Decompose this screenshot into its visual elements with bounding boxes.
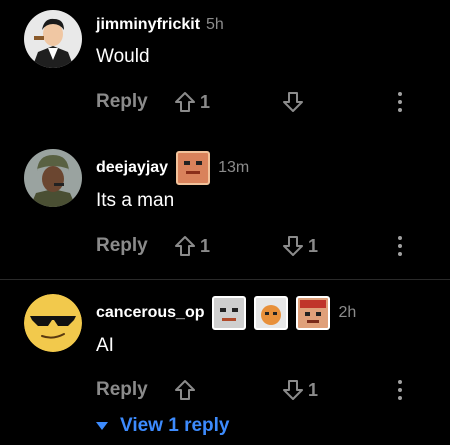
view-replies-button[interactable]: View 1 reply bbox=[96, 415, 230, 437]
reply-button[interactable]: Reply bbox=[96, 376, 148, 404]
caret-down-icon bbox=[96, 422, 108, 430]
upvote-count: 1 bbox=[200, 91, 211, 112]
avatar[interactable] bbox=[24, 149, 82, 207]
upvote-button[interactable]: 1 bbox=[174, 232, 210, 260]
view-replies-label: View 1 reply bbox=[120, 415, 230, 436]
comment-actions: Reply 1 1 bbox=[96, 232, 416, 260]
comment-1: jimminyfrickit 5h Would Reply 1 bbox=[0, 0, 450, 135]
avatar[interactable] bbox=[24, 10, 82, 68]
comment-actions: Reply 1 bbox=[96, 88, 416, 116]
reply-button[interactable]: Reply bbox=[96, 88, 148, 116]
upvote-count: 1 bbox=[200, 235, 211, 256]
downvote-arrow-icon bbox=[283, 92, 303, 112]
upvote-button[interactable]: 1 bbox=[174, 88, 210, 116]
more-options-icon[interactable] bbox=[394, 236, 406, 256]
downvote-arrow-icon bbox=[283, 380, 303, 400]
timestamp: 5h bbox=[206, 16, 224, 33]
more-options-icon[interactable] bbox=[394, 380, 406, 400]
upvote-arrow-icon bbox=[175, 92, 195, 112]
comment-meta: jimminyfrickit 5h bbox=[96, 16, 224, 34]
red-face-flair-icon bbox=[296, 296, 331, 330]
avatar[interactable] bbox=[24, 294, 82, 352]
comment-body: AI bbox=[96, 335, 114, 356]
timestamp: 2h bbox=[338, 304, 357, 321]
comment-meta: cancerous_op 2h bbox=[96, 296, 356, 330]
downvote-button[interactable] bbox=[282, 88, 308, 116]
username[interactable]: jimminyfrickit bbox=[96, 16, 200, 34]
upvote-arrow-icon bbox=[175, 236, 195, 256]
comment-body: Its a man bbox=[96, 190, 175, 211]
reply-button[interactable]: Reply bbox=[96, 232, 148, 260]
username[interactable]: deejayjay bbox=[96, 159, 168, 177]
comment-meta: deejayjay 13m bbox=[96, 151, 249, 185]
comment-body: Would bbox=[96, 46, 150, 67]
avatar-man-suit-icon bbox=[24, 10, 82, 68]
downvote-button[interactable]: 1 bbox=[282, 376, 318, 404]
downvote-button[interactable]: 1 bbox=[282, 232, 318, 260]
upvote-arrow-icon bbox=[175, 380, 195, 400]
username[interactable]: cancerous_op bbox=[96, 304, 204, 322]
sunglasses-emoji-icon bbox=[24, 294, 82, 352]
downvote-count: 1 bbox=[308, 235, 319, 256]
gray-face-flair-icon bbox=[212, 296, 247, 330]
comment-2: deejayjay 13m Its a man Reply 1 1 bbox=[0, 135, 450, 280]
comment-actions: Reply 1 bbox=[96, 376, 416, 404]
downvote-arrow-icon bbox=[283, 236, 303, 256]
avatar-soldier-icon bbox=[24, 149, 82, 207]
more-options-icon[interactable] bbox=[394, 92, 406, 112]
orange-face-flair-icon bbox=[176, 151, 211, 185]
orange-cat-flair-icon bbox=[254, 296, 289, 330]
timestamp: 13m bbox=[218, 159, 250, 176]
upvote-button[interactable] bbox=[174, 376, 200, 404]
downvote-count: 1 bbox=[308, 379, 319, 400]
